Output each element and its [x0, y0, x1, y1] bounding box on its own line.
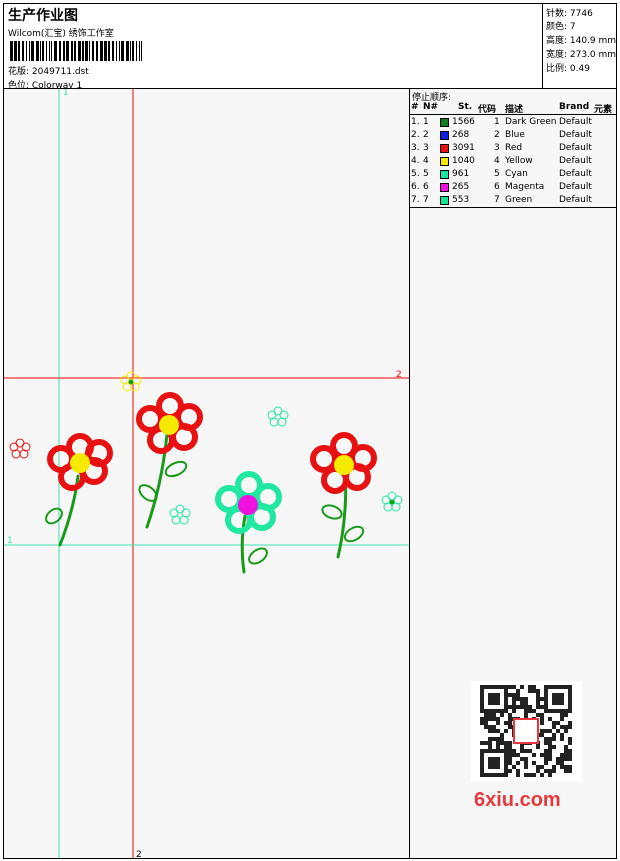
row-index: 1.	[411, 117, 420, 127]
company-name: Wilcom(汇宝) 绣饰工作室	[8, 29, 114, 39]
table-header-rule	[410, 114, 616, 115]
row-stitches: 268	[452, 130, 470, 140]
guide-label-h1: 1	[7, 536, 13, 546]
barcode	[10, 41, 142, 61]
qr-code	[470, 681, 582, 781]
row-stitches: 3091	[452, 143, 475, 153]
stems	[58, 432, 348, 574]
design-file: 花版: 2049711.dst	[8, 67, 89, 77]
row-index: 6.	[411, 182, 420, 192]
row-description: Cyan	[505, 169, 528, 179]
row-stitches: 1040	[452, 156, 475, 166]
row-code: 6	[494, 182, 500, 192]
flower-red-3	[310, 432, 377, 494]
row-stitches: 265	[452, 182, 470, 192]
stat-colors: 颜色: 7	[546, 22, 576, 32]
row-no: 7	[423, 195, 429, 205]
stat-scale: 比例: 0.49	[546, 64, 590, 74]
table-end-rule	[410, 207, 616, 208]
stat-height: 高度: 140.9 mm	[546, 36, 617, 46]
row-description: Dark Green	[505, 117, 557, 127]
design-preview: 1 2 2 1	[4, 89, 409, 858]
row-brand: Default	[559, 130, 592, 140]
table-row: 4. 4 1040 4 Yellow Default	[410, 156, 616, 169]
table-row: 2. 2 268 2 Blue Default	[410, 130, 616, 143]
row-index: 7.	[411, 195, 420, 205]
table-row: 1. 1 1566 1 Dark Green Default	[410, 117, 616, 130]
row-no: 2	[423, 130, 429, 140]
col-index: #	[411, 102, 419, 112]
flower-center	[159, 415, 179, 435]
col-stitches: St.	[458, 102, 473, 112]
row-index: 2.	[411, 130, 420, 140]
row-brand: Default	[559, 156, 592, 166]
color-swatch	[440, 118, 449, 127]
row-index: 3.	[411, 143, 420, 153]
col-brand: Brand	[559, 102, 590, 112]
col-no: N#	[423, 102, 439, 112]
flower-center	[334, 455, 354, 475]
design-stats: 针数: 7746 颜色: 7 高度: 140.9 mm 宽度: 273.0 mm…	[542, 4, 618, 90]
watermark: 6xiu.com	[474, 789, 561, 811]
row-brand: Default	[559, 143, 592, 153]
color-swatch	[440, 170, 449, 179]
row-code: 2	[494, 130, 500, 140]
stat-stitches: 针数: 7746	[546, 9, 593, 19]
flower-red-2	[136, 392, 203, 454]
row-no: 4	[423, 156, 429, 166]
guide-label-h2: 2	[396, 370, 402, 380]
guide-label-v1: 1	[63, 89, 69, 98]
row-description: Yellow	[505, 156, 533, 166]
row-no: 3	[423, 143, 429, 153]
row-no: 6	[423, 182, 429, 192]
row-description: Green	[505, 195, 533, 205]
table-row: 6. 6 265 6 Magenta Default	[410, 182, 616, 195]
flower-mint	[215, 471, 282, 534]
report-title: 生产作业图	[8, 8, 78, 24]
leaves	[45, 460, 365, 565]
row-no: 5	[423, 169, 429, 179]
row-code: 1	[494, 117, 500, 127]
row-brand: Default	[559, 195, 592, 205]
flower-center	[238, 495, 258, 515]
row-no: 1	[423, 117, 429, 127]
row-code: 3	[494, 143, 500, 153]
row-stitches: 961	[452, 169, 470, 179]
row-brand: Default	[559, 117, 592, 127]
guide-label-v2: 2	[136, 850, 142, 858]
row-index: 4.	[411, 156, 420, 166]
row-code: 4	[494, 156, 500, 166]
row-description: Red	[505, 143, 523, 153]
color-swatch	[440, 131, 449, 140]
row-stitches: 1566	[452, 117, 475, 127]
table-row: 3. 3 3091 3 Red Default	[410, 143, 616, 156]
row-code: 5	[494, 169, 500, 179]
stat-width: 宽度: 273.0 mm	[546, 50, 617, 60]
report-header: 生产作业图 Wilcom(汇宝) 绣饰工作室 花版: 2049711.dst 色…	[3, 3, 618, 91]
row-description: Magenta	[505, 182, 545, 192]
row-description: Blue	[505, 130, 525, 140]
color-swatch	[440, 144, 449, 153]
design-canvas[interactable]: 1 2 2 1	[3, 88, 410, 859]
color-swatch	[440, 157, 449, 166]
row-brand: Default	[559, 169, 592, 179]
row-brand: Default	[559, 182, 592, 192]
row-code: 7	[494, 195, 500, 205]
table-header: # N# St. 代码 描述 Brand 元素	[410, 102, 616, 115]
table-row: 5. 5 961 5 Cyan Default	[410, 169, 616, 182]
color-swatch	[440, 196, 449, 205]
color-swatch	[440, 183, 449, 192]
row-index: 5.	[411, 169, 420, 179]
row-stitches: 553	[452, 195, 470, 205]
flower-center	[70, 453, 90, 473]
